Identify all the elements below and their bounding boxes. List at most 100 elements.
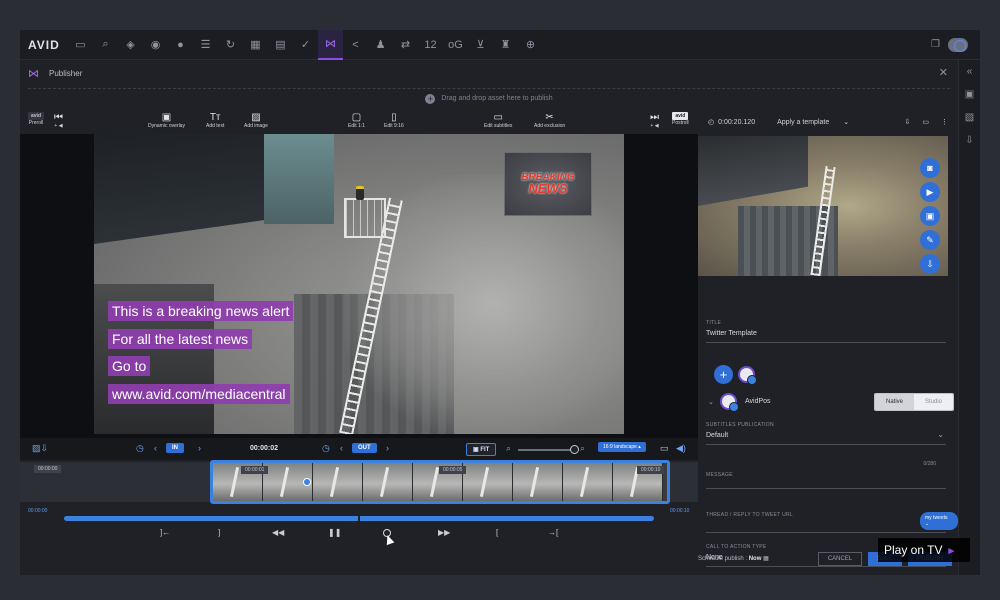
zoom-in-icon[interactable]: ⌕ [580,443,585,454]
folder-icon[interactable]: ▭ [68,30,93,60]
calendar-icon[interactable]: ▦ [763,556,769,562]
in-next-icon[interactable]: › [198,443,201,453]
scrub-start-time: 00:00:00 [28,508,48,514]
preroll-controls[interactable]: ⏮ + ◀ [54,112,63,129]
cc-icon[interactable]: ▭ [922,118,929,126]
drop-zone[interactable]: + Drag and drop asset here to publish [28,88,950,108]
download-icon[interactable]: ⇩ [965,135,973,146]
cart-icon[interactable]: ⊻ [468,30,493,60]
title-underline [706,342,946,343]
square-icon: ▢ [351,112,362,123]
volume-icon[interactable]: ◀) [676,443,686,454]
more-icon[interactable]: ⋮ [941,118,948,126]
gallery-icon[interactable]: ▣ [920,206,940,226]
share-active-icon[interactable]: ⋈ [318,29,343,60]
fit-button[interactable]: ▣ FIT [466,443,497,456]
rewind-icon[interactable]: ◀◀ [272,528,284,537]
add-image-tool[interactable]: ▨ Add image [244,112,268,129]
download-icon[interactable]: ⇩ [905,118,911,126]
grid-icon[interactable]: ▦ [243,30,268,60]
video-viewer[interactable]: BREAKING NEWS This is a breaking news al… [20,134,698,439]
zoom-out-icon[interactable]: ⌕ [506,443,511,454]
camera-icon[interactable]: ◙ [920,158,940,178]
user-circle-icon[interactable]: ◉ [143,30,168,60]
schedule-publish[interactable]: Schedule publish : Now ▦ [698,555,769,562]
studio-option[interactable]: Studio [914,394,953,410]
breaking-news-graphic[interactable]: BREAKING NEWS [504,152,592,216]
out-next-icon[interactable]: › [386,443,389,453]
aspect-ratio-select[interactable]: 16:9 landscape ▴ [598,442,646,452]
image-icon[interactable]: ▨ [965,112,974,123]
out-prev-icon[interactable]: ‹ [340,443,343,453]
swap-icon[interactable]: ⇄ [393,30,418,60]
subtitle-line-2[interactable]: For all the latest news [108,329,253,349]
drop-zone-text: Drag and drop asset here to publish [441,95,553,102]
panel-icon[interactable]: ▣ [965,89,974,100]
list-icon[interactable]: ☰ [193,30,218,60]
selected-clip[interactable]: 00:00:01 00:00:05 00:00:10 [210,460,670,504]
template-select[interactable]: Apply a template ⌄ [777,118,849,127]
in-prev-icon[interactable]: ‹ [154,443,157,453]
eye-icon[interactable]: ◈ [118,30,143,60]
postroll-controls[interactable]: ⏭ + ◀ [650,112,659,129]
person-icon[interactable]: ♟ [368,30,393,60]
mark-in-icon[interactable]: [ [496,528,498,537]
collapse-icon[interactable]: « [967,66,973,77]
pencil-icon[interactable]: ✎ [920,230,940,250]
preroll-tool[interactable]: avid Preroll [28,112,45,126]
my-tweets-button[interactable]: my tweets ⌄ [920,512,958,530]
edit-9-16-tool[interactable]: ▯ Edit 9:16 [384,112,404,129]
search-icon[interactable]: ⌕ [93,30,118,60]
out-clock-icon[interactable]: ◷ [322,443,330,454]
clipboard-icon[interactable]: ▤ [268,30,293,60]
close-icon[interactable]: ✕ [939,66,948,79]
expand-chevron-icon[interactable]: ⌄ [708,398,714,406]
native-option[interactable]: Native [875,394,914,410]
windows-icon[interactable]: ❐ [931,39,940,50]
edit-subtitles-tool[interactable]: ▭ Edit subtitles [484,112,512,129]
chat-icon[interactable]: ● [168,30,193,60]
subtitles-publication-select[interactable]: SUBTITLES PUBLICATION Default ⌄ [706,422,946,445]
refresh-icon[interactable]: ↻ [218,30,243,60]
go-to-out-icon[interactable]: →[ [548,528,558,537]
account-avatar-icon[interactable] [738,366,757,385]
zoom-slider-knob[interactable] [570,445,579,454]
user-avatar[interactable] [948,37,968,52]
cancel-button[interactable]: CANCEL [818,552,862,566]
postroll-tool[interactable]: avid Postroll [672,112,689,126]
scrub-marker[interactable] [358,515,360,522]
download-circle-icon[interactable]: ⇩ [920,254,940,274]
in-button[interactable]: IN [166,443,184,453]
trophy-icon[interactable]: ♜ [493,30,518,60]
subtitle-line-3[interactable]: Go to [108,356,151,376]
add-text-tool[interactable]: Tт Add text [206,112,224,129]
subtitle-line-4[interactable]: www.avid.com/mediacentral [108,384,290,404]
title-field[interactable]: TITLE Twitter Template [706,320,946,343]
cc-toggle-icon[interactable]: ▭ [660,443,669,454]
check-circle-icon[interactable]: ✓ [293,30,318,60]
video-camera-icon[interactable]: ▶ [920,182,940,202]
zoom-icon[interactable]: ⊕ [518,30,543,60]
timeline-playhead[interactable] [303,478,311,486]
edit-1-1-tool[interactable]: ▢ Edit 1:1 [348,112,365,129]
out-button[interactable]: OUT [352,443,377,453]
go-to-in-icon[interactable]: ]← [160,528,170,537]
export-frame-icon[interactable]: ▨⇩ [32,443,48,454]
numbers-icon[interactable]: 12 [418,30,443,60]
native-studio-toggle[interactable]: Native Studio [874,393,954,411]
pause-icon[interactable]: ❚❚ [328,528,341,537]
mark-out-icon[interactable]: ] [218,528,220,537]
subtitle-line-1[interactable]: This is a breaking news alert [108,301,294,321]
og-icon[interactable]: oG [443,30,468,60]
add-exclusion-tool[interactable]: ✂ Add exclusion [534,112,565,129]
in-clock-icon[interactable]: ◷ [136,443,144,454]
timeline[interactable]: 00:00:00 00:00:01 00:00:05 00:00:10 00:0… [20,460,698,546]
share-icon[interactable]: < [343,30,368,60]
message-field[interactable]: MESSAGE [706,472,946,489]
zoom-slider[interactable] [518,449,576,451]
fast-forward-icon[interactable]: ▶▶ [438,528,450,537]
thread-url-field[interactable]: THREAD / REPLY TO TWEET URL [706,512,946,533]
dynamic-overlay-tool[interactable]: ▣ Dynamic overlay [148,112,185,129]
title-value[interactable]: Twitter Template [706,330,946,337]
add-account-button[interactable]: + [714,365,733,384]
